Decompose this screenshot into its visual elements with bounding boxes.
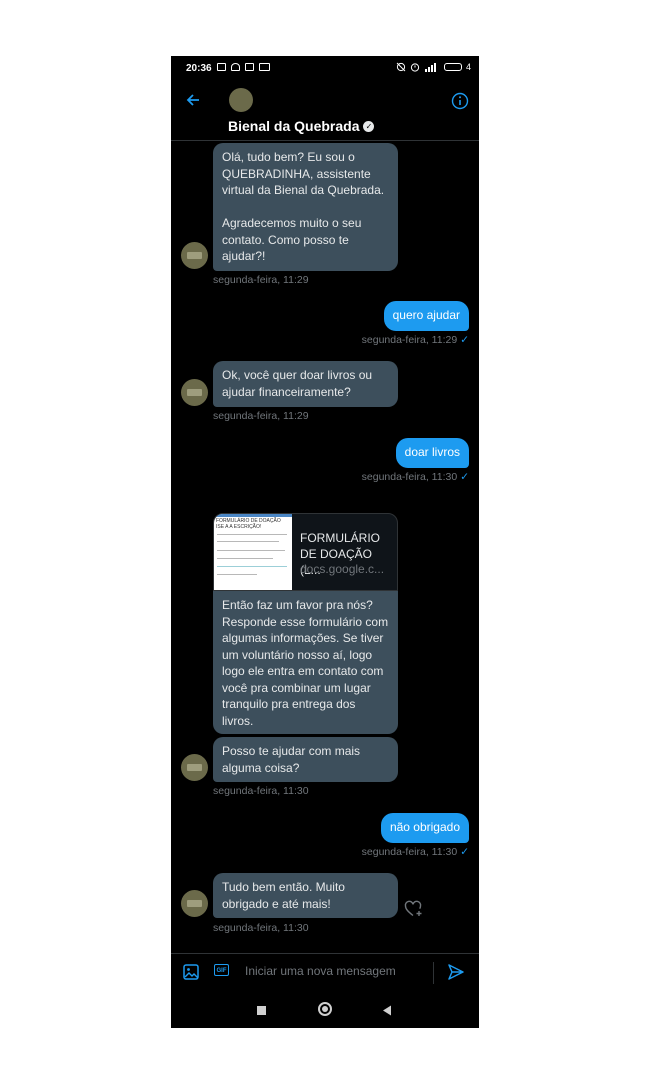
alarm-off-icon (396, 62, 406, 72)
gif-icon[interactable]: GIF (214, 964, 229, 976)
composer-divider (433, 962, 434, 984)
message-text: não obrigado (389, 820, 460, 834)
message-bubble-outgoing[interactable]: não obrigado (380, 813, 469, 843)
read-check-icon: ✓ (460, 334, 469, 346)
conversation-header: Bienal da Quebrada ✓ (171, 80, 479, 141)
message-text: Posso te ajudar com mais alguma coisa? (222, 744, 361, 775)
message-text: Tudo bem então. Muito obrigado e até mai… (222, 880, 345, 911)
contact-name: Bienal da Quebrada (228, 118, 360, 134)
link-thumbnail: FORMULÁRIO DE DOAÇÃO ISE A A ESCRIÇÃO! (214, 514, 292, 590)
calendar-icon (217, 63, 226, 71)
message-bubble-incoming[interactable]: Olá, tudo bem? Eu sou o QUEBRADINHA, ass… (213, 143, 398, 271)
status-time: 20:36 (186, 63, 212, 74)
message-timestamp-row: segunda-feira, 11:30 ✓ (362, 471, 469, 483)
thumbnail-line (217, 566, 287, 567)
message-timestamp-row: segunda-feira, 11:30 ✓ (362, 846, 469, 858)
bot-avatar[interactable] (181, 890, 208, 917)
thumbnail-header-bar (214, 514, 292, 517)
info-icon[interactable] (451, 92, 469, 110)
message-bubble-incoming[interactable]: Tudo bem então. Muito obrigado e até mai… (213, 873, 398, 918)
laptop-icon (259, 63, 270, 71)
alarm-icon (410, 63, 420, 72)
battery-level: 4 (465, 62, 471, 72)
status-bar: 20:36 4 (171, 56, 479, 80)
message-composer: GIF Iniciar uma nova mensagem (171, 953, 479, 992)
header-avatar[interactable] (229, 88, 253, 112)
read-check-icon: ✓ (460, 846, 469, 858)
thumbnail-line (217, 550, 285, 551)
message-text: doar livros (404, 445, 460, 459)
battery-icon (443, 63, 462, 71)
message-bubble-incoming[interactable]: Ok, você quer doar livros ou ajudar fina… (213, 361, 398, 407)
message-timestamp: segunda-feira, 11:30 (213, 922, 309, 934)
message-text: Então faz um favor pra nós? Responde ess… (222, 598, 389, 728)
message-timestamp: segunda-feira, 11:30 (213, 785, 309, 797)
message-timestamp: segunda-feira, 11:30 (361, 846, 458, 858)
android-nav-bar (171, 993, 479, 1028)
message-bubble-outgoing[interactable]: doar livros (395, 438, 469, 468)
image-icon[interactable] (182, 963, 200, 981)
nav-circle-icon[interactable] (318, 1002, 332, 1016)
message-bubble-incoming[interactable]: Então faz um favor pra nós? Responde ess… (213, 591, 398, 734)
message-timestamp: segunda-feira, 11:29 (213, 274, 309, 286)
bot-avatar[interactable] (181, 379, 208, 406)
heart-add-icon[interactable] (404, 900, 424, 918)
bot-avatar[interactable] (181, 242, 208, 269)
nav-square-icon[interactable] (257, 1006, 266, 1015)
link-domain: docs.google.c... (300, 562, 385, 576)
message-input[interactable]: Iniciar uma nova mensagem (245, 964, 396, 978)
conversation-title[interactable]: Bienal da Quebrada ✓ (228, 118, 375, 134)
thumbnail-title: FORMULÁRIO DE DOAÇÃO ISE A A ESCRIÇÃO! (216, 518, 281, 530)
message-text: quero ajudar (392, 308, 460, 322)
mail-icon (245, 63, 254, 71)
message-text: Olá, tudo bem? Eu sou o QUEBRADINHA, ass… (222, 150, 385, 263)
back-arrow-icon[interactable] (185, 92, 201, 108)
read-check-icon: ✓ (460, 471, 469, 483)
signal-icon (424, 63, 436, 72)
bot-avatar[interactable] (181, 754, 208, 781)
message-timestamp-row: segunda-feira, 11:29 ✓ (362, 334, 469, 346)
send-icon[interactable] (447, 963, 465, 981)
link-preview-card[interactable]: FORMULÁRIO DE DOAÇÃO ISE A A ESCRIÇÃO! F… (213, 513, 398, 591)
thumbnail-line (217, 558, 273, 559)
thumbnail-line (217, 541, 279, 542)
message-text: Ok, você quer doar livros ou ajudar fina… (222, 368, 373, 399)
thumbnail-line (217, 574, 257, 575)
message-bubble-outgoing[interactable]: quero ajudar (383, 301, 469, 331)
phone-screen: 20:36 4 Bienal da Quebrada ✓ Olá, tudo b… (171, 56, 479, 1028)
message-bubble-incoming[interactable]: Posso te ajudar com mais alguma coisa? (213, 737, 398, 782)
message-timestamp: segunda-feira, 11:30 (361, 471, 458, 483)
message-timestamp: segunda-feira, 11:29 (213, 410, 309, 422)
nav-back-icon[interactable] (382, 1005, 392, 1016)
person-icon (231, 63, 240, 71)
status-right: 4 (396, 62, 471, 72)
verified-icon: ✓ (363, 120, 375, 132)
thumbnail-line (217, 534, 287, 535)
message-timestamp: segunda-feira, 11:29 (361, 334, 458, 346)
